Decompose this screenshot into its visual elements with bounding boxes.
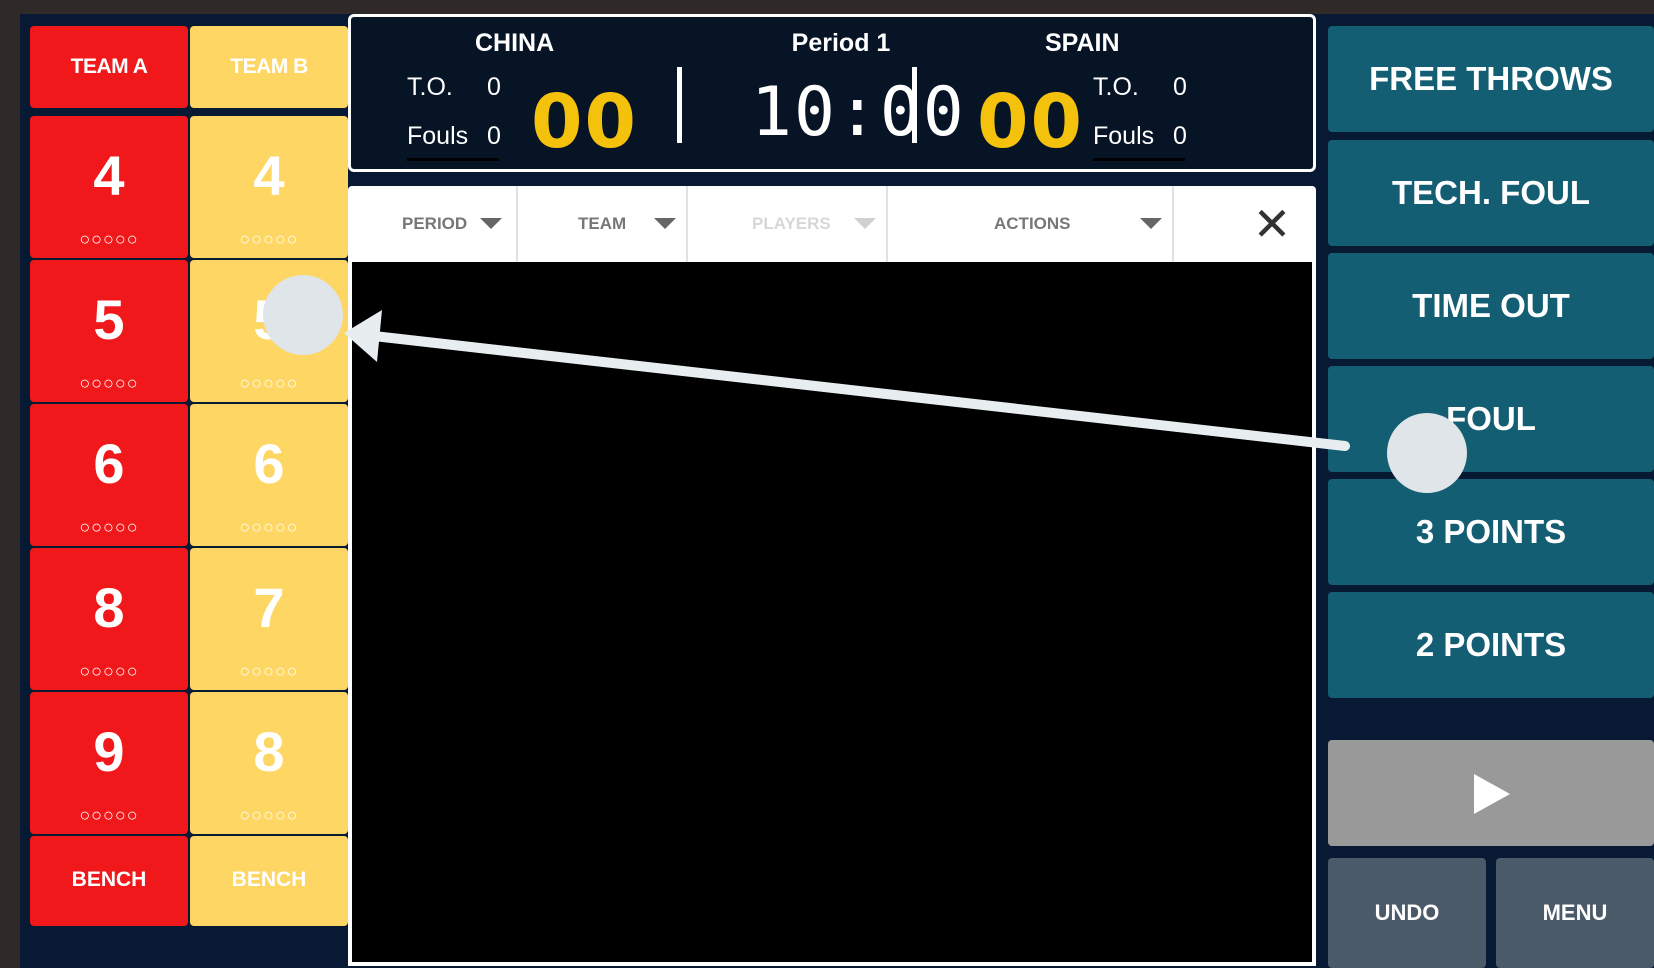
scoreboard: CHINA Period 1 SPAIN T.O. 0 Fouls 0 00 1… xyxy=(348,14,1316,172)
team-a-button[interactable]: TEAM A xyxy=(30,26,188,108)
team-b-player-8[interactable]: 8 ○○○○○ xyxy=(190,692,348,834)
players-filter-label: PLAYERS xyxy=(752,214,831,233)
team-a-player-6[interactable]: 6 ○○○○○ xyxy=(30,404,188,546)
away-team-name: SPAIN xyxy=(1045,29,1120,57)
play-button[interactable] xyxy=(1328,740,1654,846)
caret-down-icon xyxy=(480,218,502,229)
foul-indicators: ○○○○○ xyxy=(79,805,139,825)
three-points-button[interactable]: 3 POINTS xyxy=(1328,479,1654,585)
time-out-button[interactable]: TIME OUT xyxy=(1328,253,1654,359)
home-timeouts-label: T.O. xyxy=(407,73,453,101)
player-number: 9 xyxy=(93,720,125,783)
period-filter-label: PERIOD xyxy=(402,214,468,233)
away-fouls-value: 0 xyxy=(1173,122,1187,150)
home-fouls-underline xyxy=(407,158,499,161)
player-number: 5 xyxy=(253,288,285,351)
foul-button[interactable]: FOUL xyxy=(1328,366,1654,472)
caret-down-icon xyxy=(854,218,876,229)
player-number: 8 xyxy=(93,576,125,639)
home-team-name: CHINA xyxy=(475,29,555,57)
away-timeouts-label: T.O. xyxy=(1093,73,1139,101)
team-a-bench-button[interactable]: BENCH xyxy=(30,836,188,926)
game-clock: 10:00 xyxy=(751,73,966,152)
caret-down-icon xyxy=(1140,218,1162,229)
team-b-player-7[interactable]: 7 ○○○○○ xyxy=(190,548,348,690)
period-label: Period 1 xyxy=(791,29,891,57)
caret-down-icon xyxy=(654,218,676,229)
team-a-player-9[interactable]: 9 ○○○○○ xyxy=(30,692,188,834)
scoreboard-divider xyxy=(677,67,682,143)
team-filter-label: TEAM xyxy=(578,214,627,233)
team-b-player-6[interactable]: 6 ○○○○○ xyxy=(190,404,348,546)
home-fouls-value: 0 xyxy=(487,122,501,150)
team-a-player-5[interactable]: 5 ○○○○○ xyxy=(30,260,188,402)
player-number: 5 xyxy=(93,288,125,351)
team-a-player-8[interactable]: 8 ○○○○○ xyxy=(30,548,188,690)
players-filter[interactable]: PLAYERS xyxy=(688,186,888,262)
foul-indicators: ○○○○○ xyxy=(79,661,139,681)
player-number: 6 xyxy=(93,432,125,495)
team-b-bench-button[interactable]: BENCH xyxy=(190,836,348,926)
home-score: 00 xyxy=(531,79,638,165)
foul-indicators: ○○○○○ xyxy=(239,517,299,537)
team-b-player-5[interactable]: 5 ○○○○○ xyxy=(190,260,348,402)
away-fouls-underline xyxy=(1093,158,1185,161)
foul-indicators: ○○○○○ xyxy=(239,373,299,393)
home-timeouts-value: 0 xyxy=(487,73,501,101)
foul-indicators: ○○○○○ xyxy=(239,805,299,825)
scoreboard-divider xyxy=(912,67,917,143)
away-fouls-label: Fouls xyxy=(1093,122,1155,150)
play-icon xyxy=(1474,774,1510,814)
period-filter[interactable]: PERIOD xyxy=(348,186,518,262)
away-score: 00 xyxy=(977,79,1084,165)
player-number: 4 xyxy=(93,144,125,207)
foul-indicators: ○○○○○ xyxy=(79,229,139,249)
home-fouls-label: Fouls xyxy=(407,122,469,150)
player-number: 8 xyxy=(253,720,285,783)
undo-button[interactable]: UNDO xyxy=(1328,858,1486,968)
team-a-player-4[interactable]: 4 ○○○○○ xyxy=(30,116,188,258)
close-icon[interactable]: ✕ xyxy=(1228,186,1316,262)
actions-filter[interactable]: ACTIONS xyxy=(888,186,1174,262)
tech-foul-button[interactable]: TECH. FOUL xyxy=(1328,140,1654,246)
team-b-player-4[interactable]: 4 ○○○○○ xyxy=(190,116,348,258)
actions-filter-label: ACTIONS xyxy=(994,214,1071,233)
foul-indicators: ○○○○○ xyxy=(79,517,139,537)
team-b-button[interactable]: TEAM B xyxy=(190,26,348,108)
away-timeouts-value: 0 xyxy=(1173,73,1187,101)
player-number: 6 xyxy=(253,432,285,495)
foul-indicators: ○○○○○ xyxy=(239,661,299,681)
log-filter-bar: PERIOD TEAM PLAYERS ACTIONS ✕ xyxy=(348,186,1316,262)
free-throws-button[interactable]: FREE THROWS xyxy=(1328,26,1654,132)
two-points-button[interactable]: 2 POINTS xyxy=(1328,592,1654,698)
team-filter[interactable]: TEAM xyxy=(518,186,688,262)
player-number: 4 xyxy=(253,144,285,207)
menu-button[interactable]: MENU xyxy=(1496,858,1654,968)
player-number: 7 xyxy=(253,576,285,639)
foul-indicators: ○○○○○ xyxy=(79,373,139,393)
foul-indicators: ○○○○○ xyxy=(239,229,299,249)
play-by-play-log[interactable] xyxy=(348,262,1316,966)
